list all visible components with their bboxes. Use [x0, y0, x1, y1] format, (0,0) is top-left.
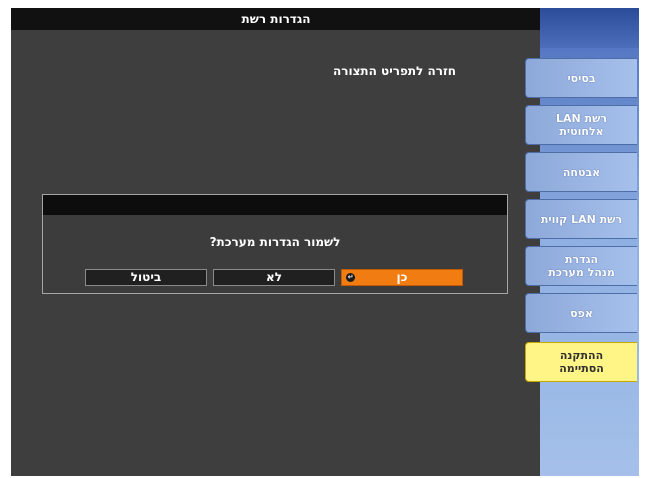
- sidebar-item-setup-complete[interactable]: ההתקנה הסתיימה: [525, 342, 637, 382]
- sidebar-item-wired-lan[interactable]: רשת LAN קווית: [525, 199, 637, 239]
- no-button[interactable]: לא: [213, 269, 335, 286]
- yes-button[interactable]: ↵ כן: [341, 269, 463, 286]
- save-settings-dialog: לשמור הגדרות מערכת? ביטול לא ↵ כן: [42, 194, 508, 294]
- cancel-button[interactable]: ביטול: [85, 269, 207, 286]
- no-button-label: לא: [266, 270, 282, 284]
- sidebar-item-admin-settings[interactable]: הגדרת מנהל מערכת: [525, 246, 637, 286]
- dialog-header: [43, 195, 507, 215]
- sidebar-item-wireless-lan[interactable]: רשת LAN אלחוטית: [525, 105, 637, 145]
- cancel-button-label: ביטול: [130, 270, 162, 284]
- back-to-configuration-link[interactable]: חזרה לתפריט התצורה: [333, 64, 456, 78]
- projector-menu-window: הגדרות רשת חזרה לתפריט התצורה בסיסי רשת …: [11, 8, 639, 476]
- sidebar-header: [540, 8, 639, 48]
- sidebar-item-basic[interactable]: בסיסי: [525, 58, 637, 98]
- enter-icon: ↵: [346, 273, 355, 282]
- yes-button-label: כן: [396, 270, 408, 284]
- window-title: הגדרות רשת: [11, 8, 541, 30]
- dialog-question: לשמור הגדרות מערכת?: [209, 235, 341, 249]
- sidebar-item-security[interactable]: אבטחה: [525, 152, 637, 192]
- sidebar: בסיסי רשת LAN אלחוטית אבטחה רשת LAN קווי…: [525, 8, 639, 476]
- sidebar-item-reset[interactable]: אפס: [525, 293, 637, 333]
